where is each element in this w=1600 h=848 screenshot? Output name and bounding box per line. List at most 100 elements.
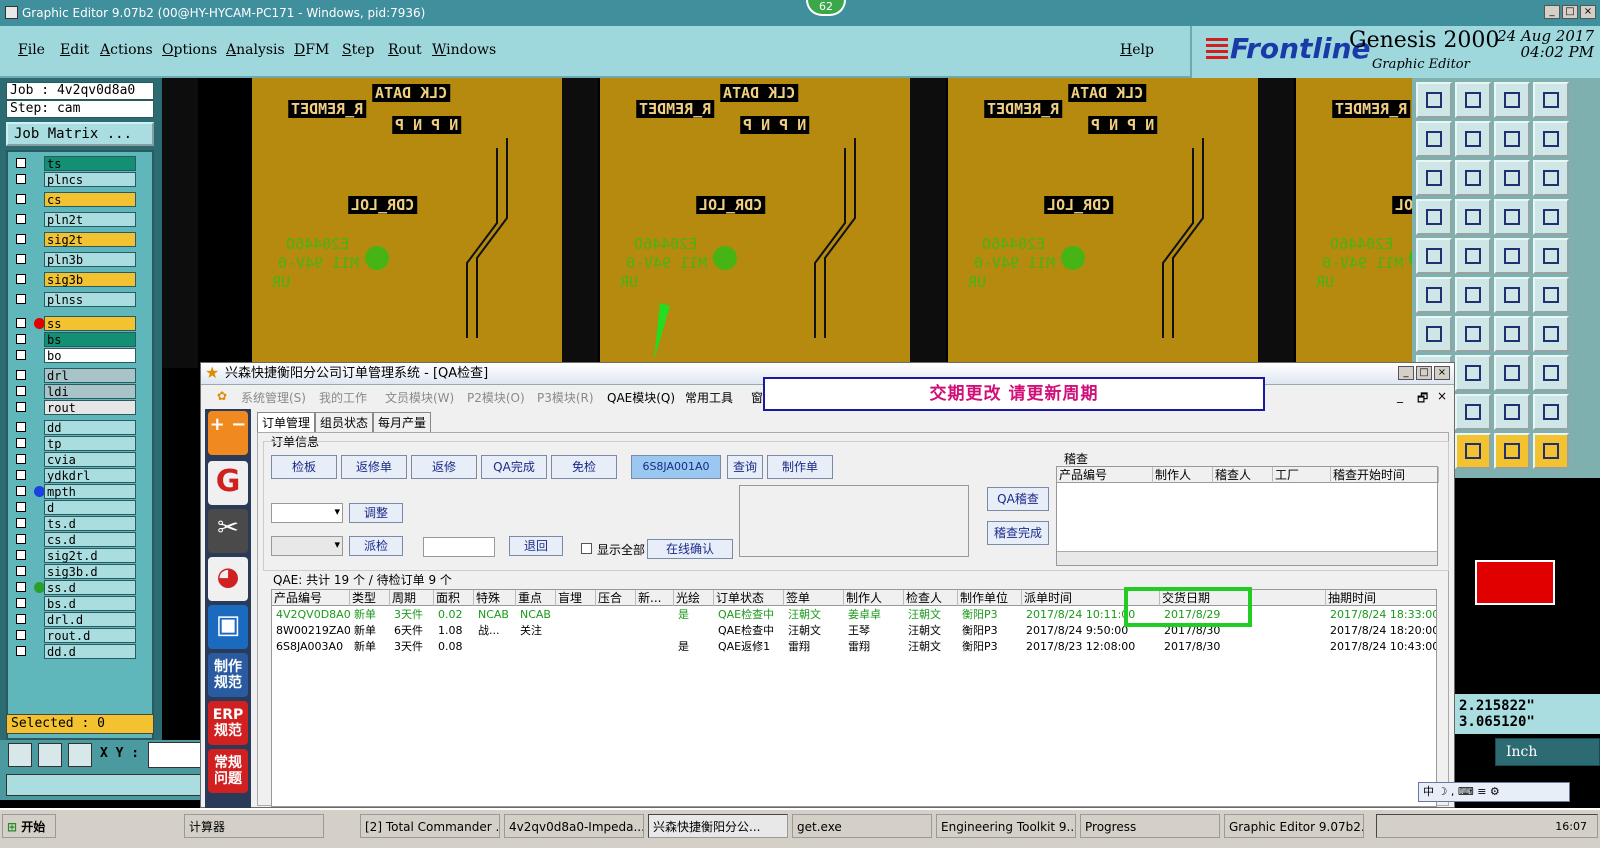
tab-order-manage[interactable]: 订单管理 [257, 412, 316, 432]
task-progress[interactable]: Progress [1080, 814, 1220, 838]
layer-checkbox[interactable] [16, 582, 26, 592]
layer-row[interactable]: bs [12, 332, 142, 347]
layer-row[interactable]: cs [12, 192, 142, 207]
rework-order-button[interactable]: 返修单 [341, 455, 407, 479]
fit-icon[interactable] [1416, 160, 1452, 196]
layer-name[interactable]: cs.d [44, 532, 136, 547]
layer-name[interactable]: drl.d [44, 612, 136, 627]
layer-row[interactable]: sig3b.d [12, 564, 142, 579]
layer-name[interactable]: d [44, 500, 136, 515]
layer-row[interactable]: sig3b [12, 272, 142, 287]
undo-icon[interactable] [1494, 316, 1530, 352]
column-header[interactable]: 压合 [596, 590, 636, 606]
layer-checkbox[interactable] [16, 566, 26, 576]
layer-checkbox[interactable] [16, 234, 26, 244]
rework-button[interactable]: 返修 [411, 455, 477, 479]
task-total-commander[interactable]: [2] Total Commander ... [360, 814, 500, 838]
xy-input[interactable] [148, 742, 204, 768]
fit-width-icon[interactable] [1455, 355, 1491, 391]
erp-menu-p2[interactable]: P2模块(O) [467, 389, 525, 406]
column-header[interactable]: 新... [636, 590, 674, 606]
table-row[interactable]: 8W00219ZA0 新单 6天件 1.08 战... 关注 QAE检查中 汪朝文 王琴 汪朝文衡… [272, 623, 1436, 639]
chart-icon[interactable]: ◕ [208, 557, 248, 601]
erp-menu-tools[interactable]: 常用工具 [685, 389, 733, 406]
eye-icon[interactable] [1416, 199, 1452, 235]
task-erp[interactable]: 兴森快捷衡阳分公... [648, 814, 788, 838]
layer-name[interactable]: bs [44, 332, 136, 347]
column-header[interactable]: 光绘 [674, 590, 714, 606]
column-header[interactable]: 周期 [390, 590, 434, 606]
column-header[interactable]: 类型 [350, 590, 390, 606]
make-order-button[interactable]: 制作单 [767, 455, 833, 479]
layer-checkbox[interactable] [16, 386, 26, 396]
mdi-close-button[interactable]: × [1437, 389, 1447, 403]
tab-monthly-output[interactable]: 每月产量 [373, 412, 432, 432]
erp-menu-mywork[interactable]: 我的工作 [319, 389, 367, 406]
layer-row[interactable]: ldi [12, 384, 142, 399]
line-icon[interactable] [1416, 316, 1452, 352]
layer-checkbox[interactable] [16, 486, 26, 496]
layer-checkbox[interactable] [16, 438, 26, 448]
swap-icon[interactable] [1494, 121, 1530, 157]
show-all-checkbox[interactable] [581, 543, 592, 554]
layer-name[interactable]: ydkdrl [44, 468, 136, 483]
layer-row[interactable]: ts [12, 156, 142, 171]
online-confirm-button[interactable]: 在线确认 [647, 539, 733, 559]
column-header[interactable]: 制作人 [844, 590, 904, 606]
layer-name[interactable]: ss [44, 316, 136, 331]
tools-icon[interactable]: ✂ [208, 509, 248, 553]
home-icon[interactable] [1494, 82, 1530, 118]
layer-row[interactable]: dd.d [12, 644, 142, 659]
layer-checkbox[interactable] [16, 194, 26, 204]
layer-checkbox[interactable] [16, 174, 26, 184]
outline-icon[interactable] [1455, 238, 1491, 274]
layer-name[interactable]: pln3b [44, 252, 136, 267]
cursor2-icon[interactable] [1455, 433, 1491, 469]
mdi-restore-button[interactable]: 🗗 [1417, 389, 1428, 410]
layer-checkbox[interactable] [16, 294, 26, 304]
erp-menu-system[interactable]: 系统管理(S) [241, 389, 306, 406]
layer-checkbox[interactable] [16, 370, 26, 380]
column-header[interactable]: 签单 [784, 590, 844, 606]
dot-icon[interactable] [1533, 238, 1569, 274]
minimize-button[interactable]: _ [1544, 5, 1560, 19]
pan-icon[interactable] [1455, 160, 1491, 196]
right-icon[interactable] [1455, 121, 1491, 157]
column-header[interactable]: 重点 [516, 590, 556, 606]
measure-icon[interactable] [38, 743, 62, 767]
layer-checkbox[interactable] [16, 534, 26, 544]
select-dropdown-2[interactable] [271, 536, 343, 556]
menu-rout[interactable]: Rout [388, 42, 422, 58]
menu-file[interactable]: File [18, 42, 45, 58]
menu-analysis[interactable]: Analysis [226, 42, 285, 58]
pcb-canvas[interactable]: CLK DATA R_REMDET N P N P CDR_LOL E20446O M11… [162, 78, 1412, 368]
layer-row[interactable]: cs.d [12, 532, 142, 547]
column-header[interactable]: 检查人 [904, 590, 958, 606]
layer-name[interactable]: ldi [44, 384, 136, 399]
layer-name[interactable]: sig3b [44, 272, 136, 287]
layer-row[interactable]: sig2t [12, 232, 142, 247]
save-icon[interactable]: ▣ [208, 605, 248, 649]
layer-row[interactable]: sig2t.d [12, 548, 142, 563]
layer-row[interactable]: rout.d [12, 628, 142, 643]
layer-checkbox[interactable] [16, 214, 26, 224]
layer-name[interactable]: ts.d [44, 516, 136, 531]
layer-row[interactable]: pln3b [12, 252, 142, 267]
layer-name[interactable]: rout [44, 400, 136, 415]
list-icon[interactable] [1533, 121, 1569, 157]
layer-row[interactable]: plnss [12, 292, 142, 307]
task-get-exe[interactable]: get.exe [792, 814, 932, 838]
layer-name[interactable]: bo [44, 348, 136, 363]
audit-column-header[interactable]: 产品编号 [1057, 467, 1153, 483]
layer-row[interactable]: ss.d [12, 580, 142, 595]
connect-icon[interactable] [1533, 277, 1569, 313]
erp-close-button[interactable]: × [1434, 366, 1450, 380]
zoom-icon[interactable] [8, 743, 32, 767]
expand-collapse-icon[interactable]: + − [208, 411, 248, 455]
cursor3-icon[interactable] [1494, 433, 1530, 469]
adjust-button[interactable]: 调整 [349, 503, 403, 523]
snap-icon[interactable] [1494, 199, 1530, 235]
ff-icon[interactable] [1533, 316, 1569, 352]
start-button[interactable]: ⊞ 开始 [2, 814, 56, 838]
close-button[interactable]: × [1580, 5, 1596, 19]
